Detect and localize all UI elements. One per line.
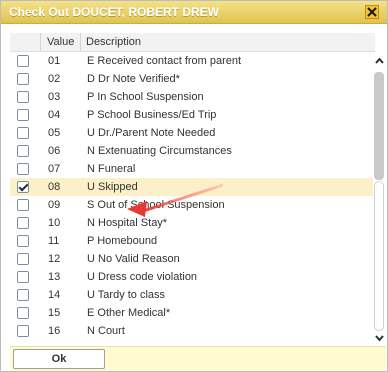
row-checkbox[interactable] <box>17 325 29 337</box>
row-value: 05 <box>48 127 61 139</box>
scrollbar[interactable] <box>373 52 386 346</box>
list-item[interactable]: 11 P Homebound <box>10 232 373 250</box>
row-checkbox[interactable] <box>17 109 29 121</box>
list-item[interactable]: 14 U Tardy to class <box>10 286 373 304</box>
row-checkbox[interactable] <box>17 271 29 283</box>
row-checkbox[interactable] <box>17 73 29 85</box>
row-value: 09 <box>48 199 61 211</box>
row-checkbox[interactable] <box>17 289 29 301</box>
row-value: 01 <box>48 55 61 67</box>
list-item[interactable]: 04 P School Business/Ed Trip <box>10 106 373 124</box>
row-value: 08 <box>48 181 61 193</box>
scroll-up-icon[interactable] <box>373 56 386 66</box>
list-item[interactable]: 12 U No Valid Reason <box>10 250 373 268</box>
row-description: E Received contact from parent <box>87 55 242 67</box>
list-item[interactable]: 06 N Extenuating Circumstances <box>10 142 373 160</box>
row-description: N Funeral <box>87 163 136 175</box>
row-value: 12 <box>48 253 61 265</box>
list-item[interactable]: 07 N Funeral <box>10 160 373 178</box>
scrollbar-thumb[interactable] <box>374 72 384 180</box>
annotation-arrow-icon <box>127 183 224 217</box>
row-checkbox[interactable] <box>17 307 29 319</box>
row-description: P Homebound <box>87 235 158 247</box>
ok-button[interactable]: Ok <box>13 349 105 369</box>
row-description: D Dr Note Verified* <box>87 73 180 85</box>
scroll-down-icon[interactable] <box>373 333 386 343</box>
list-item[interactable]: 15 E Other Medical* <box>10 304 373 322</box>
header-divider <box>40 33 41 51</box>
close-button[interactable] <box>365 5 379 19</box>
row-checkbox[interactable] <box>17 253 29 265</box>
row-value: 07 <box>48 163 61 175</box>
list-item[interactable]: 03 P In School Suspension <box>10 88 373 106</box>
row-checkbox[interactable] <box>17 55 29 67</box>
row-description: U Dress code violation <box>87 271 198 283</box>
dialog-footer: Ok <box>10 346 386 371</box>
row-checkbox[interactable] <box>17 235 29 247</box>
row-description: N Court <box>87 325 125 337</box>
dialog-title: Check Out DOUCET, ROBERT DREW <box>9 5 220 19</box>
header-divider <box>80 33 81 51</box>
row-value: 02 <box>48 73 61 85</box>
column-header-value: Value <box>47 36 75 48</box>
list-item[interactable]: 05 U Dr./Parent Note Needed <box>10 124 373 142</box>
row-checkbox[interactable] <box>17 181 29 193</box>
row-checkbox[interactable] <box>17 145 29 157</box>
row-checkbox[interactable] <box>17 163 29 175</box>
title-bar: Check Out DOUCET, ROBERT DREW <box>1 1 387 24</box>
list-item[interactable]: 02 D Dr Note Verified* <box>10 70 373 88</box>
row-value: 14 <box>48 289 61 301</box>
check-out-dialog: Check Out DOUCET, ROBERT DREW Value Desc… <box>0 0 388 372</box>
row-checkbox[interactable] <box>17 91 29 103</box>
close-icon <box>367 7 377 17</box>
row-value: 15 <box>48 307 61 319</box>
row-value: 13 <box>48 271 61 283</box>
row-description: E Other Medical* <box>87 307 171 319</box>
scrollbar-track[interactable] <box>374 181 384 331</box>
row-value: 11 <box>48 235 60 247</box>
column-header-description: Description <box>86 36 142 48</box>
row-value: 10 <box>48 217 61 229</box>
list-header: Value Description <box>10 33 375 52</box>
row-value: 16 <box>48 325 61 337</box>
row-value: 04 <box>48 109 61 121</box>
row-description: U Tardy to class <box>87 289 166 301</box>
row-description: P School Business/Ed Trip <box>87 109 217 121</box>
row-description: U No Valid Reason <box>87 253 180 265</box>
row-checkbox[interactable] <box>17 217 29 229</box>
row-description: U Dr./Parent Note Needed <box>87 127 216 139</box>
row-value: 03 <box>48 91 61 103</box>
row-description: N Extenuating Circumstances <box>87 145 232 157</box>
list-item[interactable]: 13 U Dress code violation <box>10 268 373 286</box>
row-checkbox[interactable] <box>17 127 29 139</box>
row-checkbox[interactable] <box>17 199 29 211</box>
list-item[interactable]: 16 N Court <box>10 322 373 340</box>
list-item[interactable]: 01 E Received contact from parent <box>10 52 373 70</box>
row-value: 06 <box>48 145 61 157</box>
row-description: P In School Suspension <box>87 91 204 103</box>
